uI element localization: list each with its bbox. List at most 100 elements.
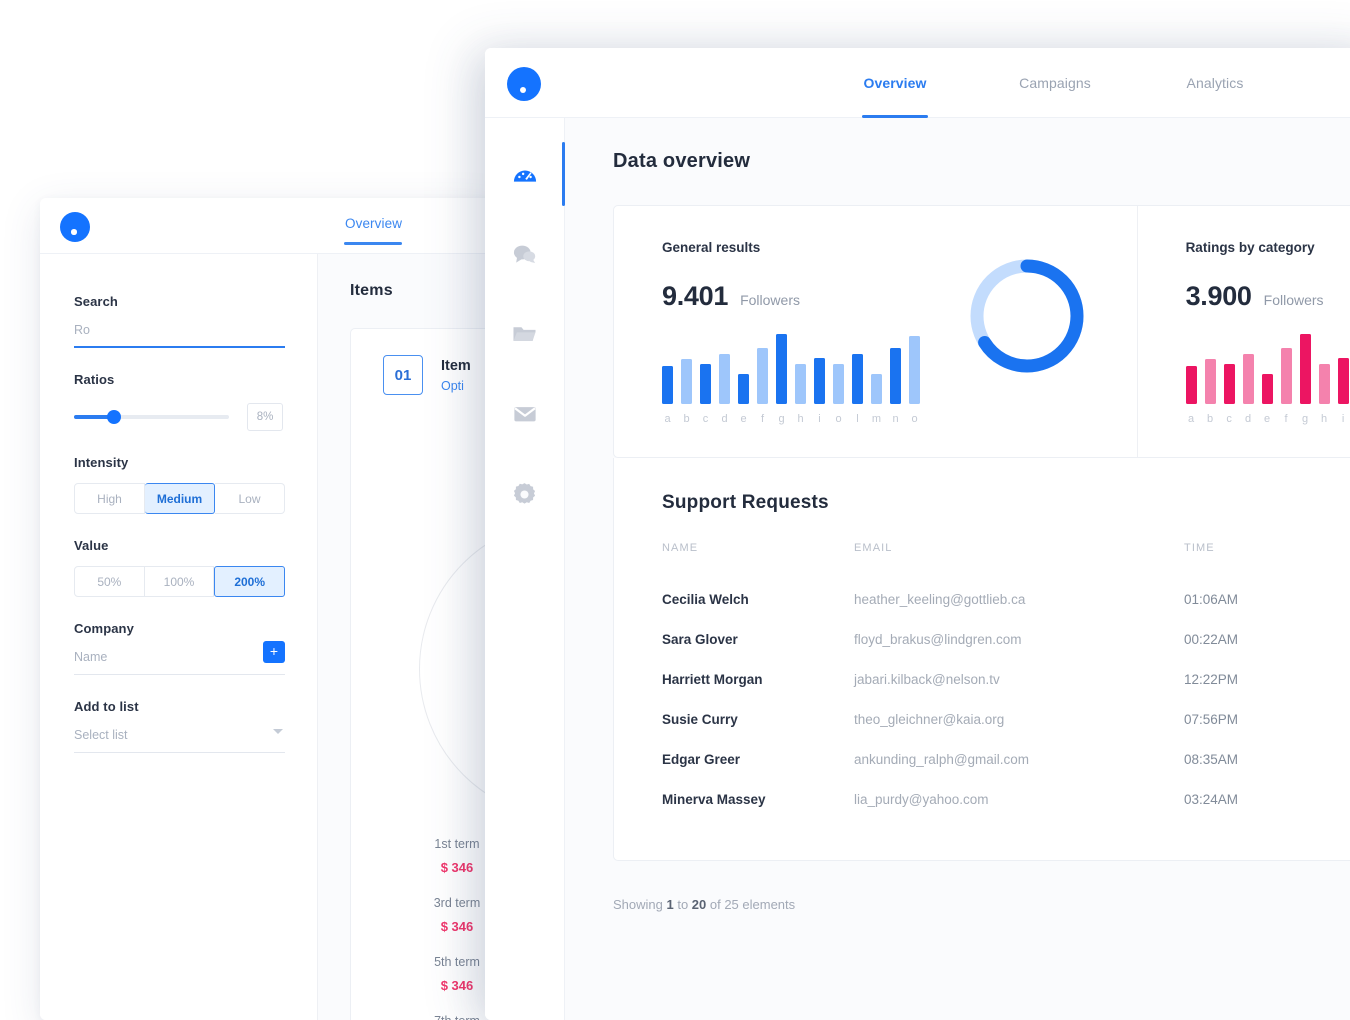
company-field-group: Company Name + xyxy=(74,621,285,675)
ratings-unit: Followers xyxy=(1263,292,1324,308)
pagination-status: Showing 1 to 20 of 25 elements xyxy=(613,897,1350,912)
bar xyxy=(1204,359,1216,404)
addtolist-field-group: Add to list Select list xyxy=(74,699,285,753)
bar-column xyxy=(662,334,673,404)
item-name: Item xyxy=(441,357,471,374)
bar xyxy=(1223,364,1235,404)
bar xyxy=(852,354,863,404)
sidebar-item-files[interactable] xyxy=(485,294,564,374)
tab-campaigns[interactable]: Campaigns xyxy=(975,48,1135,118)
envelope-icon xyxy=(512,401,538,427)
bar-column xyxy=(795,334,806,404)
bar-tick-label: g xyxy=(778,413,785,425)
cell-email: jabari.kilback@nelson.tv xyxy=(854,672,1000,687)
table-header-row: NAME EMAIL TIME xyxy=(662,542,1342,580)
value-option-200[interactable]: 200% xyxy=(214,566,286,597)
table-row[interactable]: Cecilia Welch heather_keeling@gottlieb.ca… xyxy=(662,580,1342,620)
bar xyxy=(1261,374,1273,404)
general-results-bar-labels: abcdefghiolmno xyxy=(662,413,1137,425)
pagination-suffix: of 25 elements xyxy=(706,897,796,912)
cell-email: ankunding_ralph@gmail.com xyxy=(854,752,1030,767)
tab-overview[interactable]: Overview xyxy=(815,48,975,118)
intensity-label: Intensity xyxy=(74,455,129,470)
bar xyxy=(776,334,787,404)
search-input-value: Ro xyxy=(74,323,90,337)
pagination-to: 20 xyxy=(691,897,707,912)
sidebar-item-messages[interactable] xyxy=(485,214,564,294)
cell-name: Minerva Massey xyxy=(662,792,766,807)
screenshot-stage: Overview Search Ro Ratios 8% Intensity H… xyxy=(0,0,1350,1020)
bar-tick-label: m xyxy=(871,413,882,425)
bar xyxy=(1185,366,1197,404)
right-window: Overview Campaigns Analytics Data overvi… xyxy=(485,48,1350,1020)
table-row[interactable]: Edgar Greer ankunding_ralph@gmail.com 08:3… xyxy=(662,740,1342,780)
filter-form-pane: Search Ro Ratios 8% Intensity High Mediu… xyxy=(40,254,318,1020)
bar xyxy=(757,348,768,404)
bar-tick-label: h xyxy=(797,413,804,425)
intensity-option-high[interactable]: High xyxy=(74,483,145,514)
items-pane: Items 01 Item Opti 1st term $ 346 3rd te… xyxy=(318,254,500,1020)
bar-tick-label: b xyxy=(1207,413,1214,425)
tab-overview-left[interactable]: Overview xyxy=(343,216,403,245)
ratings-value: 3.900 xyxy=(1185,281,1252,311)
addtolist-select-placeholder: Select list xyxy=(74,728,128,742)
intensity-option-medium[interactable]: Medium xyxy=(145,483,215,514)
column-header-name: NAME xyxy=(662,542,699,554)
table-row[interactable]: Susie Curry theo_gleichner@kaia.org 07:56P… xyxy=(662,700,1342,740)
bar-tick-label: f xyxy=(1284,413,1288,425)
logo-dot-icon[interactable] xyxy=(507,67,541,101)
company-input[interactable]: Name + xyxy=(74,641,285,675)
sidebar-item-dashboard[interactable] xyxy=(485,134,565,214)
cell-email: lia_purdy@yahoo.com xyxy=(854,792,989,807)
general-results-title: General results xyxy=(662,240,761,255)
ratios-slider-handle[interactable] xyxy=(107,410,122,424)
bar-tick-label: b xyxy=(683,413,690,425)
ratios-slider[interactable] xyxy=(74,410,229,424)
bar-tick-label: d xyxy=(721,413,728,425)
bar xyxy=(1280,348,1292,404)
ratings-bar-labels: abc de f gh i xyxy=(1186,413,1350,425)
tab-analytics[interactable]: Analytics xyxy=(1135,48,1295,118)
item-options-link[interactable]: Opti xyxy=(441,379,471,393)
bar xyxy=(1242,354,1254,404)
main-content: Data overview General results 9.401 Foll… xyxy=(565,118,1350,1020)
search-input[interactable]: Ro xyxy=(74,321,285,348)
ratios-field-group: Ratios 8% xyxy=(74,372,285,431)
stats-cards-row: General results 9.401 Followers abcdefgh… xyxy=(613,205,1350,458)
addtolist-select[interactable]: Select list xyxy=(74,726,285,753)
bar xyxy=(719,354,730,404)
item-card-header: 01 Item Opti xyxy=(383,355,500,395)
table-row[interactable]: Harriett Morgan jabari.kilback@nelson.tv 1… xyxy=(662,660,1342,700)
general-results-unit: Followers xyxy=(740,292,800,308)
bar-column xyxy=(890,334,901,404)
sidebar-item-mail[interactable] xyxy=(485,374,564,454)
add-company-button[interactable]: + xyxy=(263,641,285,663)
bar xyxy=(738,374,749,404)
bar-column xyxy=(833,334,844,404)
left-window-topbar: Overview xyxy=(40,198,500,254)
cell-email: theo_gleichner@kaia.org xyxy=(854,712,1005,727)
chevron-down-icon xyxy=(273,729,283,734)
bar-column xyxy=(757,334,768,404)
value-option-50[interactable]: 50% xyxy=(74,566,145,597)
table-row[interactable]: Minerva Massey lia_purdy@yahoo.com 03:24AM xyxy=(662,780,1342,820)
value-option-100[interactable]: 100% xyxy=(144,566,215,597)
cell-email: heather_keeling@gottlieb.ca xyxy=(854,592,1026,607)
bar-tick-label: o xyxy=(835,413,842,425)
item-donut-arc xyxy=(365,465,500,872)
bar xyxy=(833,364,844,404)
bar-tick-label: c xyxy=(1226,413,1232,425)
bar-column xyxy=(1223,334,1235,404)
bar xyxy=(1318,364,1330,404)
cell-time: 12:22PM xyxy=(1184,672,1239,687)
sidebar-item-settings[interactable] xyxy=(485,454,564,534)
pagination-mid: to xyxy=(673,897,692,912)
pagination-from: 1 xyxy=(666,897,674,912)
bar xyxy=(814,358,825,404)
intensity-option-low[interactable]: Low xyxy=(215,483,285,514)
table-row[interactable]: Sara Glover floyd_brakus@lindgren.com 00:2… xyxy=(662,620,1342,660)
ratings-metric: 3.900 Followers xyxy=(1186,281,1350,312)
cell-name: Susie Curry xyxy=(662,712,738,727)
ratios-label: Ratios xyxy=(74,372,115,387)
logo-dot-icon[interactable] xyxy=(60,212,90,242)
